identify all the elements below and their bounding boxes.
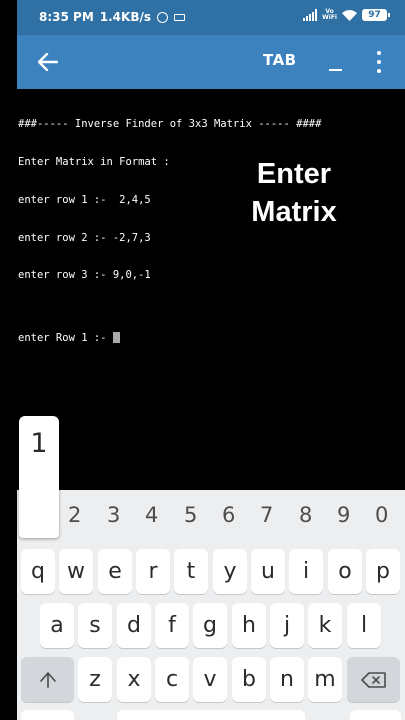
volte-bottom-text: WiFi [322, 14, 337, 21]
more-vert-icon[interactable] [374, 51, 384, 73]
terminal-output[interactable]: ###----- Inverse Finder of 3x3 Matrix --… [17, 89, 405, 489]
status-bar: 8:35 PM 1.4KB/s Vo WiFi 97 [17, 0, 405, 35]
key-preview-label: 1 [30, 428, 48, 459]
key-l[interactable]: l [347, 603, 381, 648]
terminal-lines: ###----- Inverse Finder of 3x3 Matrix --… [18, 93, 321, 370]
caption-overlay: Enter Matrix [229, 155, 359, 231]
key-k[interactable]: k [308, 603, 342, 648]
key-2[interactable]: 2 [68, 503, 81, 527]
terminal-line: ###----- Inverse Finder of 3x3 Matrix --… [18, 118, 322, 131]
key-0[interactable]: 0 [375, 503, 388, 527]
backspace-key[interactable] [347, 657, 400, 702]
arrow-left-icon [38, 53, 58, 71]
key-d[interactable]: d [117, 603, 151, 648]
network-speed: 1.4KB/s [99, 10, 151, 24]
alarm-icon [157, 11, 168, 23]
key-7[interactable]: 7 [260, 503, 273, 527]
key-c[interactable]: c [155, 657, 189, 702]
key-i[interactable]: i [289, 549, 323, 594]
number-row: 2 3 4 5 6 7 8 9 0 [17, 490, 405, 542]
key-v[interactable]: v [193, 657, 227, 702]
app-toolbar: TAB [17, 35, 405, 89]
key-u[interactable]: u [251, 549, 285, 594]
key-p[interactable]: p [366, 549, 400, 594]
left-black-strip [0, 0, 17, 720]
back-button[interactable] [35, 49, 61, 75]
key-q[interactable]: q [21, 549, 55, 594]
key-t[interactable]: t [174, 549, 208, 594]
terminal-line: enter row 2 :- -2,7,3 [18, 231, 151, 244]
key-x[interactable]: x [117, 657, 151, 702]
volte-wifi-icon: Vo WiFi [322, 9, 337, 21]
caption-line-1: Enter [256, 158, 332, 190]
keyboard-icon [174, 13, 185, 21]
terminal-line: enter row 3 :- 9,0,-1 [18, 269, 151, 282]
key-g[interactable]: g [193, 603, 227, 648]
status-right: Vo WiFi 97 [303, 9, 390, 21]
terminal-prompt-line: enter Row 1 :- [18, 332, 321, 345]
wifi-icon [342, 9, 357, 21]
key-6[interactable]: 6 [222, 503, 235, 527]
key-s[interactable]: s [78, 603, 112, 648]
shift-key[interactable] [21, 657, 74, 702]
key-5[interactable]: 5 [184, 503, 197, 527]
phone-screen: 8:35 PM 1.4KB/s Vo WiFi 97 TAB ###----- … [0, 0, 405, 720]
shift-arrow-icon [39, 671, 56, 688]
key-y[interactable]: y [213, 549, 247, 594]
key-o[interactable]: o [328, 549, 362, 594]
tab-button[interactable]: TAB [263, 51, 297, 69]
key-r[interactable]: r [136, 549, 170, 594]
text-cursor [112, 332, 120, 344]
space-key-partial[interactable] [117, 710, 305, 720]
status-time: 8:35 PM [39, 10, 94, 24]
caption-line-2: Matrix [251, 196, 337, 228]
key-z[interactable]: z [78, 657, 112, 702]
key-j[interactable]: j [270, 603, 304, 648]
key-e[interactable]: e [98, 549, 132, 594]
key-a[interactable]: a [40, 603, 74, 648]
enter-key-partial[interactable] [350, 710, 401, 720]
soft-keyboard: 2 3 4 5 6 7 8 9 0 q w e r t y u i o p a … [17, 490, 405, 720]
key-4[interactable]: 4 [145, 503, 158, 527]
symbols-key-partial[interactable] [21, 710, 74, 720]
key-n[interactable]: n [270, 657, 304, 702]
terminal-prompt: enter Row 1 :- [18, 332, 107, 345]
key-preview-popup: 1 [19, 416, 59, 538]
key-f[interactable]: f [155, 603, 189, 648]
battery-level: 97 [368, 10, 381, 20]
key-9[interactable]: 9 [337, 503, 350, 527]
key-w[interactable]: w [59, 549, 93, 594]
backspace-icon [360, 671, 386, 688]
minimize-button[interactable] [327, 49, 345, 73]
battery-icon: 97 [362, 9, 390, 21]
key-h[interactable]: h [232, 603, 266, 648]
key-m[interactable]: m [308, 657, 342, 702]
key-3[interactable]: 3 [107, 503, 120, 527]
signal-icon [303, 9, 318, 21]
key-8[interactable]: 8 [299, 503, 312, 527]
status-left: 8:35 PM 1.4KB/s [39, 10, 185, 24]
key-b[interactable]: b [232, 657, 266, 702]
